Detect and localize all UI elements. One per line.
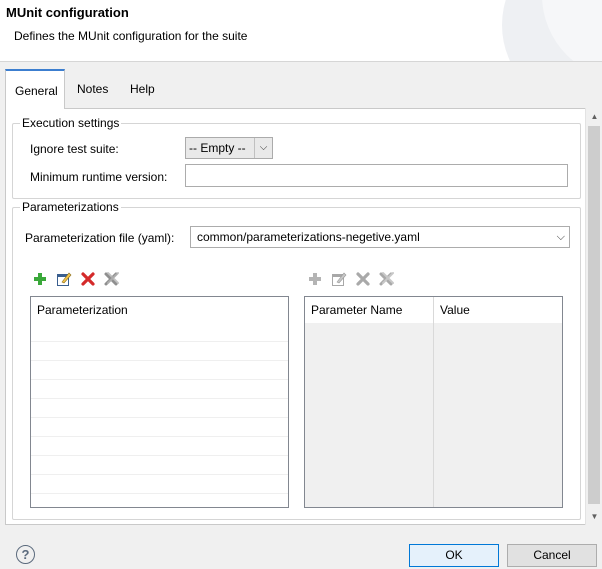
dialog-title: MUnit configuration: [6, 5, 129, 20]
add-icon: [307, 271, 323, 287]
table-row: [31, 436, 288, 437]
chevron-down-icon[interactable]: ⌵: [557, 227, 565, 247]
table-row: [31, 417, 288, 418]
table-row: [31, 398, 288, 399]
edit-icon: [331, 271, 347, 287]
table-row: [31, 493, 288, 494]
execution-settings-legend: Execution settings: [20, 116, 122, 130]
delete-icon[interactable]: [80, 271, 96, 287]
tab-help[interactable]: Help: [121, 69, 164, 109]
tab-notes[interactable]: Notes: [68, 69, 117, 109]
column-header-parameter-name[interactable]: Parameter Name: [305, 297, 433, 323]
table-row: [31, 341, 288, 342]
help-icon[interactable]: ?: [16, 545, 35, 564]
scrollbar-thumb[interactable]: [588, 126, 600, 504]
min-runtime-input[interactable]: [185, 164, 568, 187]
column-divider: [433, 297, 434, 507]
column-header-parameterization[interactable]: Parameterization: [31, 297, 288, 323]
column-header-value[interactable]: Value: [434, 297, 562, 323]
parameterizations-group: Parameterizations Parameterization file …: [12, 200, 581, 520]
table-row: [31, 379, 288, 380]
delete-icon: [355, 271, 371, 287]
parameterizations-legend: Parameterizations: [20, 200, 121, 214]
clear-icon: [378, 271, 394, 287]
clear-icon[interactable]: [103, 271, 119, 287]
parameterization-file-select[interactable]: common/parameterizations-negetive.yaml ⌵: [190, 226, 570, 248]
execution-settings-group: Execution settings Ignore test suite: --…: [12, 116, 581, 199]
vertical-scrollbar[interactable]: ▲ ▼: [585, 108, 602, 525]
table-row: [31, 360, 288, 361]
parameterization-file-label: Parameterization file (yaml):: [25, 231, 175, 245]
scroll-down-icon[interactable]: ▼: [586, 508, 602, 525]
ignore-test-suite-select[interactable]: -- Empty -- ⌵: [185, 137, 273, 159]
tab-general[interactable]: General: [5, 69, 65, 109]
tab-content-general: Execution settings Ignore test suite: --…: [5, 108, 602, 525]
ignore-test-suite-value: -- Empty --: [189, 141, 246, 155]
dialog-description: Defines the MUnit configuration for the …: [14, 29, 248, 43]
ignore-test-suite-label: Ignore test suite:: [30, 142, 119, 156]
scroll-up-icon[interactable]: ▲: [586, 108, 602, 125]
edit-icon[interactable]: [56, 271, 72, 287]
dialog-header: MUnit configuration Defines the MUnit co…: [0, 0, 602, 62]
table-row: [31, 455, 288, 456]
parameterization-file-value: common/parameterizations-negetive.yaml: [197, 230, 420, 244]
parameterization-table[interactable]: Parameterization: [30, 296, 289, 508]
ok-button[interactable]: OK: [409, 544, 499, 567]
table-row: [31, 474, 288, 475]
chevron-down-icon[interactable]: ⌵: [254, 138, 272, 158]
cancel-button[interactable]: Cancel: [507, 544, 597, 567]
add-icon[interactable]: [32, 271, 48, 287]
min-runtime-label: Minimum runtime version:: [30, 170, 168, 184]
parameter-table[interactable]: Parameter Name Value: [304, 296, 563, 508]
